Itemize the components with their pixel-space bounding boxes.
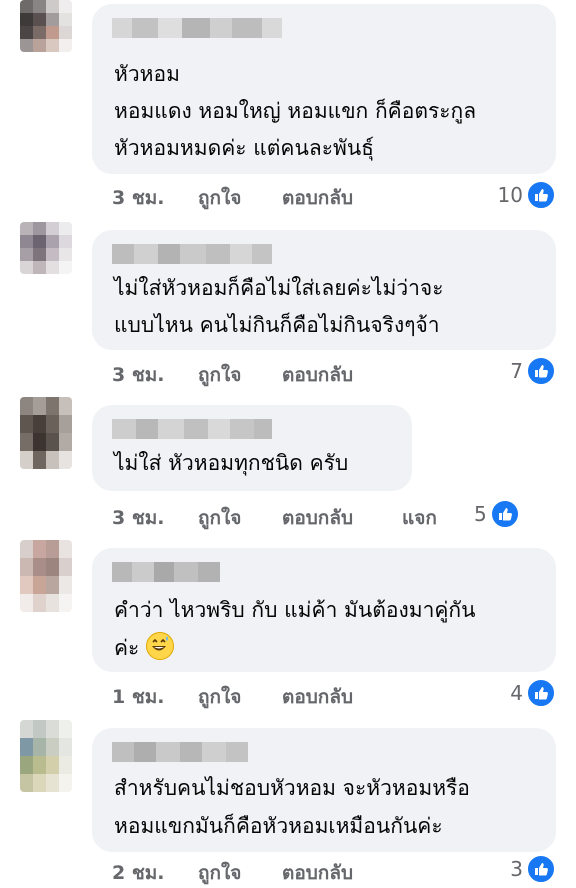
reply-button[interactable]: ตอบกลับ	[282, 682, 353, 712]
reaction-number: 7	[510, 359, 523, 383]
grinning-sweat-emoji	[146, 632, 175, 660]
author-name[interactable]	[112, 244, 272, 264]
comment-bubble: สำหรับคนไม่ชอบหัวหอม จะหัวหอมหรือ หอมแขก…	[92, 728, 556, 852]
comment-line: หอมแดง หอมใหญ่ หอมแขก ก็คือตระกูล	[114, 99, 477, 123]
reaction-number: 5	[474, 502, 487, 526]
like-icon	[526, 678, 556, 708]
timestamp[interactable]: 3 ชม.	[112, 183, 164, 213]
comment-line-text: ค่ะ	[114, 636, 140, 660]
reply-button[interactable]: ตอบกลับ	[282, 183, 353, 213]
like-icon	[526, 854, 556, 884]
author-name[interactable]	[112, 562, 220, 582]
comment-bubble: คำว่า ไหวพริบ กับ แม่ค้า มันต้องมาคู่กัน…	[92, 548, 556, 672]
share-button[interactable]: แจก	[402, 503, 437, 533]
comment-line: หอมแขกมันก็คือหัวหอมเหมือนกันค่ะ	[114, 814, 443, 838]
like-icon	[526, 356, 556, 386]
timestamp[interactable]: 3 ชม.	[112, 360, 164, 390]
timestamp[interactable]: 2 ชม.	[112, 858, 164, 888]
avatar[interactable]	[20, 720, 72, 792]
like-icon	[526, 180, 556, 210]
reply-button[interactable]: ตอบกลับ	[282, 858, 353, 888]
reaction-count[interactable]: 10	[498, 180, 556, 210]
reaction-number: 10	[497, 183, 523, 207]
comment-line: ไม่ใส่ หัวหอมทุกชนิด ครับ	[114, 451, 349, 475]
reaction-number: 3	[510, 857, 523, 881]
comment-line: สำหรับคนไม่ชอบหัวหอม จะหัวหอมหรือ	[114, 776, 470, 800]
comment-bubble: หัวหอม หอมแดง หอมใหญ่ หอมแขก ก็คือตระกูล…	[92, 4, 556, 174]
avatar[interactable]	[20, 0, 72, 52]
reaction-count[interactable]: 5	[474, 499, 520, 529]
like-icon	[489, 499, 520, 529]
reply-button[interactable]: ตอบกลับ	[282, 503, 353, 533]
avatar[interactable]	[20, 222, 72, 274]
reaction-count[interactable]: 4	[510, 678, 556, 708]
like-button[interactable]: ถูกใจ	[198, 360, 241, 390]
like-button[interactable]: ถูกใจ	[198, 503, 241, 533]
author-name[interactable]	[112, 742, 248, 762]
comment-bubble: ไม่ใส่หัวหอมก็คือไม่ใส่เลยค่ะไม่ว่าจะ แบ…	[92, 230, 556, 350]
avatar[interactable]	[20, 540, 72, 612]
comment-line: คำว่า ไหวพริบ กับ แม่ค้า มันต้องมาคู่กัน	[114, 598, 476, 622]
timestamp[interactable]: 1 ชม.	[112, 682, 164, 712]
reaction-count[interactable]: 7	[510, 356, 556, 386]
comment-line: ค่ะ	[114, 630, 175, 666]
like-button[interactable]: ถูกใจ	[198, 183, 241, 213]
author-name[interactable]	[112, 18, 282, 38]
comment-line: แบบไหน คนไม่กินก็คือไม่กินจริงๆจ้า	[114, 313, 440, 337]
author-name[interactable]	[112, 419, 272, 439]
comment-bubble: ไม่ใส่ หัวหอมทุกชนิด ครับ	[92, 405, 412, 491]
like-button[interactable]: ถูกใจ	[198, 858, 241, 888]
comment-line: หัวหอมหมดค่ะ แต่คนละพันธุ์	[114, 136, 374, 160]
reply-button[interactable]: ตอบกลับ	[282, 360, 353, 390]
avatar[interactable]	[20, 397, 72, 469]
comment-line: หัวหอม	[114, 62, 180, 86]
comment-line: ไม่ใส่หัวหอมก็คือไม่ใส่เลยค่ะไม่ว่าจะ	[114, 276, 444, 300]
reaction-count[interactable]: 3	[510, 854, 556, 884]
like-button[interactable]: ถูกใจ	[198, 682, 241, 712]
timestamp[interactable]: 3 ชม.	[112, 503, 164, 533]
reaction-number: 4	[510, 681, 523, 705]
